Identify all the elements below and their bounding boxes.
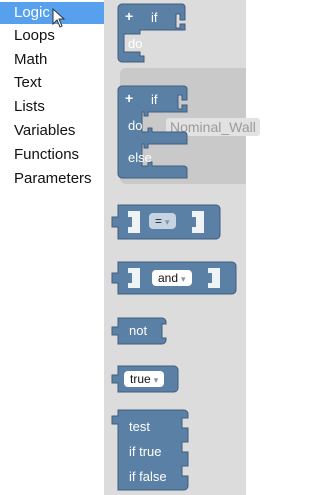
operator-dropdown[interactable]: and ▾ [152,270,192,286]
if-label: if [151,92,158,107]
test-label: test [129,419,150,434]
category-text[interactable]: Text [0,72,104,94]
category-functions[interactable]: Functions [0,144,104,166]
dropdown-arrow-icon: ▾ [181,274,186,284]
category-loops[interactable]: Loops [0,25,104,47]
dropdown-arrow-icon: ▾ [153,375,159,385]
category-math[interactable]: Math [0,49,104,71]
boolean-dropdown[interactable]: true ▾ [124,371,165,387]
mutator-plus-icon[interactable]: + [125,8,133,24]
do-label: do [128,36,143,51]
mouse-cursor-icon [52,8,66,28]
else-label: else [128,150,152,165]
toolbox: Logic Loops Math Text Lists Variables Fu… [0,0,104,495]
if-true-label: if true [129,444,162,459]
not-label: not [129,323,148,338]
dropdown-arrow-icon: ▾ [165,217,170,227]
mutator-plus-icon[interactable]: + [125,90,133,106]
category-variables[interactable]: Variables [0,120,104,142]
if-label: if [151,10,158,25]
if-false-label: if false [129,469,167,484]
category-lists[interactable]: Lists [0,96,104,118]
category-parameters[interactable]: Parameters [0,168,104,190]
do-label: do [128,118,143,133]
operator-dropdown[interactable]: = ▾ [149,213,176,229]
